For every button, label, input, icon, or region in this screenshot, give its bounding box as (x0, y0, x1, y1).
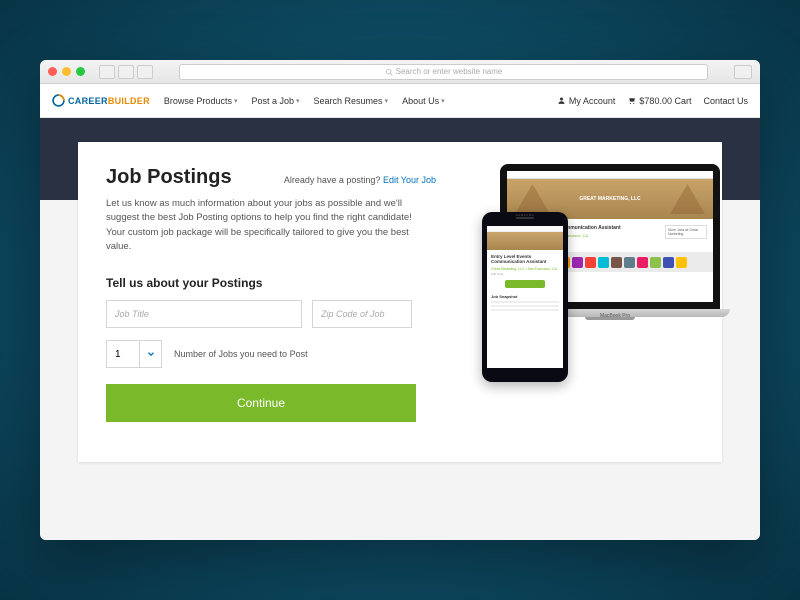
form-heading: Tell us about your Postings (106, 276, 436, 290)
browser-window: Search or enter website name CAREERBUILD… (40, 60, 760, 540)
phone-mockup: SAMSUNG Entry Level Events Communication… (482, 212, 568, 382)
nav-right: My Account $780.00 Cart Contact Us (557, 96, 748, 106)
logo-text-a: CAREER (68, 96, 108, 106)
user-icon (557, 96, 566, 105)
contact-link[interactable]: Contact Us (703, 96, 748, 106)
url-placeholder: Search or enter website name (396, 67, 503, 76)
site-topnav: CAREERBUILDER Browse Products ▾ Post a J… (40, 84, 760, 118)
minimize-window-icon[interactable] (62, 67, 71, 76)
lead-text: Let us know as much information about yo… (106, 197, 426, 254)
num-jobs-value: 1 (107, 349, 139, 360)
cart-icon (627, 96, 636, 105)
caret-down-icon: ▾ (234, 97, 238, 105)
laptop-brand-label: MacBook Pro (600, 313, 630, 319)
nav-links: Browse Products ▾ Post a Job ▾ Search Re… (164, 96, 445, 106)
caret-down-icon: ▾ (441, 97, 445, 105)
phone-job-title: Entry Level Events Communication Assista… (491, 254, 559, 265)
continue-button[interactable]: Continue (106, 384, 416, 422)
num-jobs-label: Number of Jobs you need to Post (174, 349, 308, 359)
my-account-link[interactable]: My Account (557, 96, 616, 106)
browser-chrome: Search or enter website name (40, 60, 760, 84)
logo-icon (52, 94, 65, 107)
nav-buttons (99, 65, 153, 79)
window-controls (48, 67, 85, 76)
device-mockups: GREAT MARKETING, LLC Entry Level Events … (460, 164, 730, 394)
caret-down-icon: ▾ (385, 97, 389, 105)
page-title: Job Postings (106, 166, 232, 189)
site-side-box: More Jobs at Great Marketing (665, 225, 707, 239)
reader-button[interactable] (734, 65, 752, 79)
num-jobs-select[interactable]: 1 (106, 340, 162, 368)
zip-code-input[interactable] (312, 300, 412, 328)
url-bar[interactable]: Search or enter website name (179, 64, 708, 80)
phone-snapshot: Job Snapshot (491, 294, 559, 299)
nav-search-resumes[interactable]: Search Resumes ▾ (314, 96, 389, 106)
search-icon (385, 68, 393, 76)
logo-text-b: BUILDER (108, 96, 150, 106)
form-column: Job Postings Already have a posting? Edi… (106, 166, 436, 432)
close-window-icon[interactable] (48, 67, 57, 76)
forward-button[interactable] (118, 65, 134, 79)
job-title-input[interactable] (106, 300, 302, 328)
phone-brand-label: SAMSUNG (516, 213, 535, 217)
nav-about-us[interactable]: About Us ▾ (402, 96, 445, 106)
maximize-window-icon[interactable] (76, 67, 85, 76)
logo[interactable]: CAREERBUILDER (52, 94, 150, 107)
nav-browse-products[interactable]: Browse Products ▾ (164, 96, 238, 106)
sidebar-button[interactable] (137, 65, 153, 79)
nav-post-job[interactable]: Post a Job ▾ (251, 96, 299, 106)
edit-job-link[interactable]: Edit Your Job (383, 175, 436, 185)
job-postings-card: Job Postings Already have a posting? Edi… (78, 142, 722, 462)
phone-apply-button (505, 280, 545, 288)
content-area: Job Postings Already have a posting? Edi… (40, 200, 760, 540)
cart-link[interactable]: $780.00 Cart (627, 96, 691, 106)
caret-down-icon: ▾ (296, 97, 300, 105)
already-have-posting: Already have a posting? Edit Your Job (284, 175, 436, 185)
back-button[interactable] (99, 65, 115, 79)
chevron-down-icon (139, 341, 161, 367)
